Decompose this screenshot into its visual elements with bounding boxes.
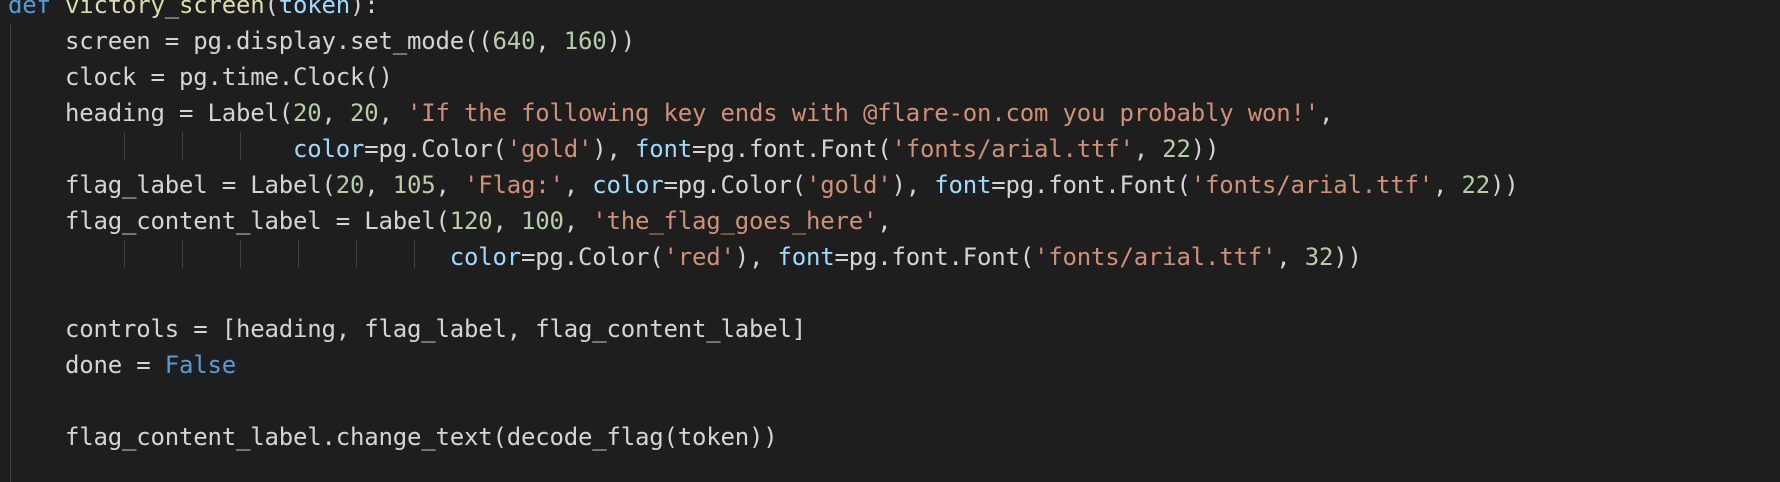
code-token-str: 'fonts/arial.ttf' [1190, 171, 1433, 199]
code-token-num: 20 [350, 99, 379, 127]
code-token-kw: def [8, 0, 51, 19]
code-token-num: 32 [1304, 243, 1334, 271]
code-token-plain: )) [1333, 243, 1362, 271]
code-token-plain: controls = [heading, flag_label, flag_co… [8, 315, 806, 343]
code-line[interactable]: def victory_screen(token): [8, 0, 379, 23]
code-token-str: 'fonts/arial.ttf' [1033, 243, 1277, 271]
code-token-plain: , [1432, 171, 1462, 199]
code-line[interactable]: color=pg.Color('red'), font=pg.font.Font… [8, 239, 1362, 275]
code-line[interactable]: clock = pg.time.Clock() [8, 59, 393, 95]
code-token-str: 'If the following key ends with @flare-o… [407, 99, 1319, 127]
code-token-plain: ), [592, 135, 635, 163]
code-token-plain: flag_content_label.change_text(decode_fl… [8, 423, 778, 451]
code-token-bool: False [164, 351, 236, 379]
code-line[interactable]: flag_label = Label(20, 105, 'Flag:', col… [8, 167, 1519, 203]
code-token-num: 160 [563, 27, 607, 55]
code-token-param: color [592, 171, 664, 199]
code-token-plain: , [1318, 99, 1334, 127]
code-token-num: 20 [335, 171, 365, 199]
code-token-param: color [293, 135, 365, 163]
code-token-str: 'red' [663, 243, 735, 271]
code-token-plain: =pg.font.Font( [834, 243, 1034, 271]
code-line[interactable]: screen = pg.display.set_mode((640, 160)) [8, 23, 635, 59]
code-token-plain: flag_label = Label( [8, 171, 336, 199]
code-token-plain: , [1276, 243, 1305, 271]
code-token-plain: =pg.Color( [364, 135, 507, 163]
code-token-plain: , [364, 171, 393, 199]
code-token-plain: flag_content_label = Label( [8, 207, 450, 235]
code-token-plain: , [435, 171, 464, 199]
code-token-num: 20 [293, 99, 322, 127]
code-token-plain: , [535, 27, 564, 55]
code-line[interactable]: heading = Label(20, 20, 'If the followin… [8, 95, 1333, 131]
code-token-plain: , [492, 207, 521, 235]
code-token-param: font [777, 243, 835, 271]
code-token-plain: )) [606, 27, 635, 55]
code-token-num: 100 [520, 207, 564, 235]
code-token-plain: =pg.Color( [663, 171, 806, 199]
code-token-plain: , [321, 99, 350, 127]
code-token-num: 22 [1461, 171, 1490, 199]
code-line[interactable]: controls = [heading, flag_label, flag_co… [8, 311, 806, 347]
code-token-plain: ), [891, 171, 935, 199]
code-token-num: 105 [392, 171, 436, 199]
code-token-plain: heading = Label( [8, 99, 293, 127]
code-token-plain: =pg.font.Font( [991, 171, 1191, 199]
code-token-param: token [278, 0, 350, 19]
code-token-num: 640 [492, 27, 536, 55]
code-editor[interactable]: def victory_screen(token): screen = pg.d… [0, 0, 1780, 482]
code-token-str: 'the_flag_goes_here' [592, 207, 878, 235]
code-token-plain: screen = pg.display.set_mode(( [8, 27, 493, 55]
code-token-plain: ( [264, 0, 279, 19]
code-token-plain: ): [350, 0, 379, 19]
code-token-plain: done = [8, 351, 165, 379]
code-token-plain: )) [1489, 171, 1519, 199]
code-line[interactable]: flag_content_label.change_text(decode_fl… [8, 419, 778, 455]
code-token-fn: victory_screen [65, 0, 265, 19]
code-token-plain: , [1133, 135, 1163, 163]
code-token-plain: )) [1190, 135, 1220, 163]
code-token-plain: , [563, 207, 593, 235]
code-line[interactable]: done = False [8, 347, 236, 383]
code-token-param: color [449, 243, 521, 271]
code-token-str: 'Flag:' [463, 171, 564, 199]
code-token-str: 'fonts/arial.ttf' [891, 135, 1134, 163]
code-token-str: 'gold' [805, 171, 892, 199]
code-token-plain: , [563, 171, 593, 199]
code-token-plain: =pg.Color( [520, 243, 664, 271]
code-token-plain: ), [734, 243, 778, 271]
code-token-plain: , [877, 207, 892, 235]
code-token-num: 22 [1162, 135, 1191, 163]
code-token-num: 120 [449, 207, 493, 235]
code-line[interactable]: flag_content_label = Label(120, 100, 'th… [8, 203, 892, 239]
code-line[interactable]: color=pg.Color('gold'), font=pg.font.Fon… [8, 131, 1219, 167]
code-token-plain: clock = pg.time.Clock() [8, 63, 393, 91]
code-token-plain: =pg.font.Font( [692, 135, 892, 163]
code-token-str: 'gold' [506, 135, 593, 163]
code-token-param: font [934, 171, 992, 199]
code-token-plain: , [378, 99, 407, 127]
code-token-param: font [635, 135, 692, 163]
